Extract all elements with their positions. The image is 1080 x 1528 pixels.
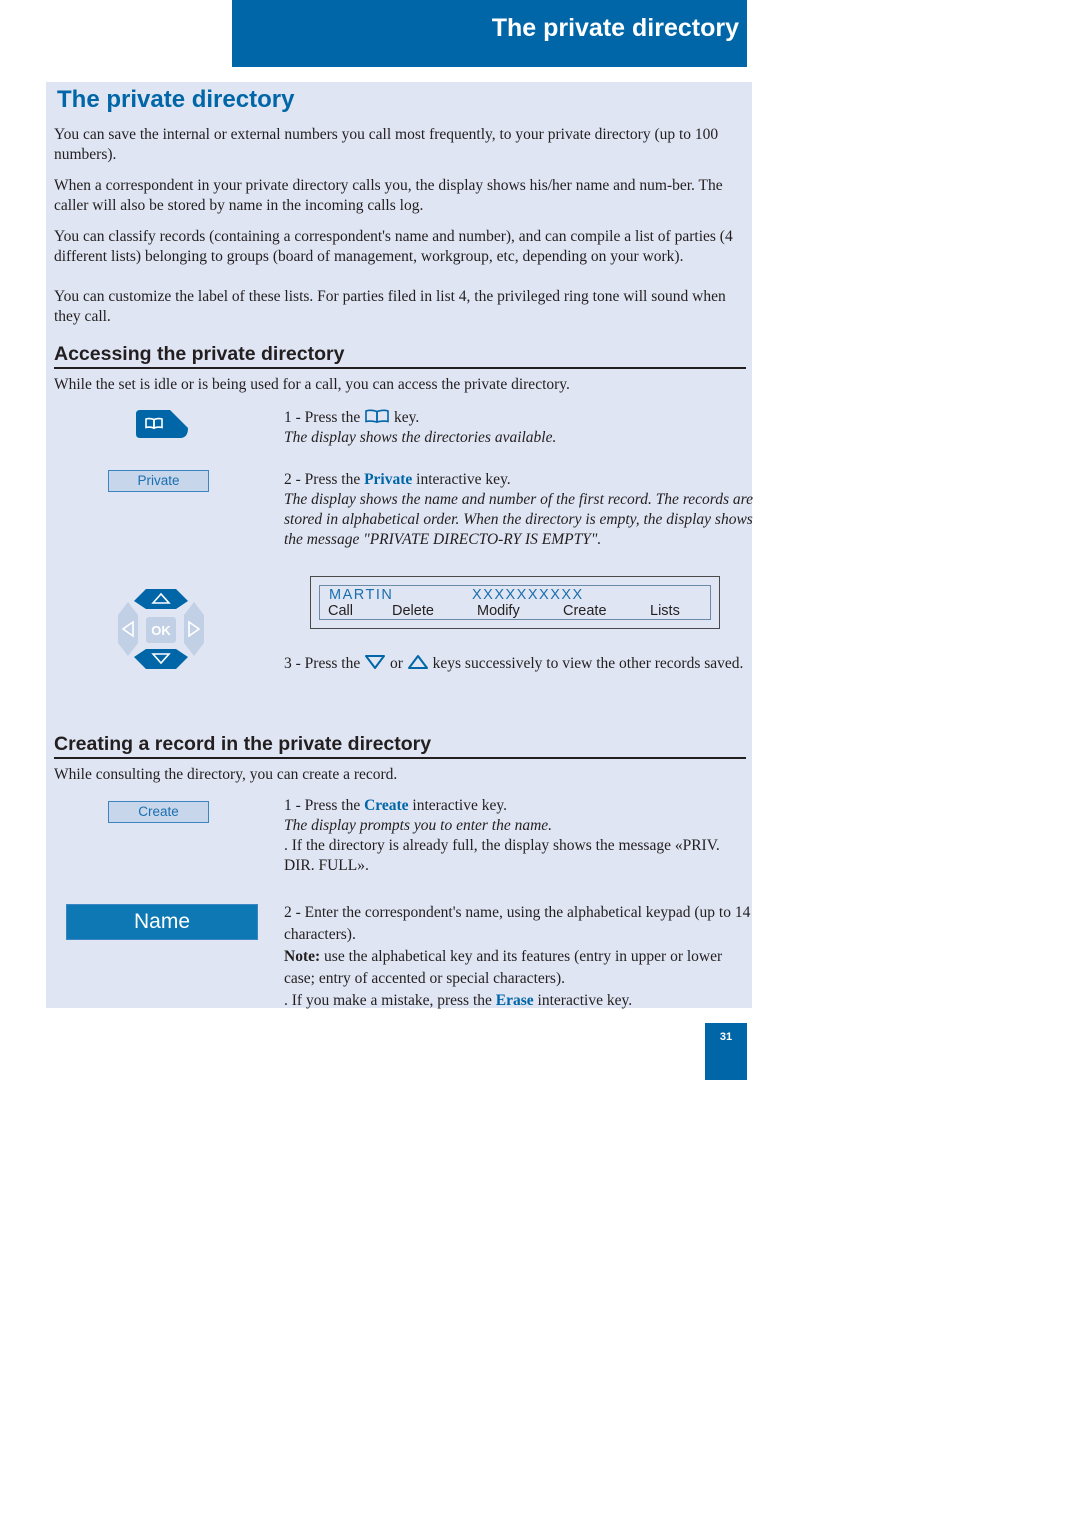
- display-record-name: MARTIN: [329, 587, 394, 603]
- display-key-call[interactable]: Call: [328, 603, 353, 619]
- step-keyword: Create: [364, 797, 409, 814]
- display-record-number: XXXXXXXXXX: [472, 587, 584, 603]
- step-text: 1 - Press the: [284, 409, 361, 426]
- intro-paragraph-3: You can classify records (containing a c…: [54, 228, 733, 265]
- display-key-delete[interactable]: Delete: [392, 603, 434, 619]
- note-text: use the alphabetical key and its feature…: [284, 948, 723, 987]
- arrow-down-icon: [365, 655, 386, 669]
- step-text: keys successively to view the other reco…: [432, 655, 744, 672]
- step-text: 2 - Enter the correspondent's name, usin…: [284, 904, 751, 943]
- create-softkey[interactable]: Create: [108, 801, 209, 823]
- section-heading-create: Creating a record in the private directo…: [54, 732, 746, 759]
- intro-paragraph-2: When a correspondent in your private dir…: [54, 177, 723, 214]
- step-keyword: Private: [364, 471, 413, 488]
- nav-right-key[interactable]: [184, 602, 204, 656]
- step-text: 1 - Press the: [284, 797, 361, 814]
- step-text: 2 - Press the: [284, 471, 361, 488]
- step-keyword: Erase: [495, 992, 534, 1009]
- chapter-title: The private directory: [491, 14, 739, 42]
- page-number: 31: [705, 1023, 747, 1080]
- nav-left-key[interactable]: [118, 602, 138, 656]
- section-heading-access: Accessing the private directory: [54, 342, 746, 369]
- navigation-pad: OK: [118, 589, 204, 669]
- display-softkeys: Call Delete Modify Create Lists: [320, 603, 710, 619]
- create-step-2: 2 - Enter the correspondent's name, usin…: [284, 902, 754, 1012]
- intro-paragraph-4: You can customize the label of these lis…: [54, 288, 726, 325]
- display-key-lists[interactable]: Lists: [650, 603, 680, 619]
- display-screen: MARTIN XXXXXXXXXX Call Delete Modify Cre…: [319, 585, 711, 620]
- note-label: Note:: [284, 948, 321, 965]
- create-step-1: 1 - Press the Create interactive key. Th…: [284, 796, 754, 876]
- content-panel: The private directory You can save the i…: [46, 82, 754, 1009]
- access-step-1: 1 - Press the key. The display shows the…: [284, 408, 754, 448]
- section-create-lead: While consulting the directory, you can …: [54, 766, 398, 783]
- intro-paragraph-1: You can save the internal or external nu…: [54, 126, 719, 163]
- section-access-lead: While the set is idle or is being used f…: [54, 376, 570, 393]
- ok-label: OK: [151, 623, 171, 638]
- step-note: The display prompts you to enter the nam…: [284, 817, 553, 834]
- nav-down-key[interactable]: [134, 649, 188, 669]
- private-softkey[interactable]: Private: [108, 470, 209, 492]
- step-text: key.: [393, 409, 420, 426]
- name-entry-field[interactable]: Name: [66, 904, 258, 940]
- arrow-up-icon: [407, 655, 428, 669]
- chapter-header-bar: The private directory: [232, 0, 747, 67]
- step-text: . If the directory is already full, the …: [284, 837, 720, 874]
- step-text: interactive key.: [537, 992, 633, 1009]
- page-title: The private directory: [57, 86, 295, 113]
- step-note: The display shows the name and number of…: [284, 491, 753, 548]
- display-key-create[interactable]: Create: [563, 603, 607, 619]
- display-key-modify[interactable]: Modify: [477, 603, 520, 619]
- access-step-3: 3 - Press the or keys successively to vi…: [284, 654, 754, 674]
- step-text: 3 - Press the: [284, 655, 361, 672]
- directory-book-key[interactable]: [136, 410, 188, 438]
- step-text: . If you make a mistake, press the: [284, 992, 492, 1009]
- step-note: The display shows the directories availa…: [284, 429, 557, 446]
- step-text: interactive key.: [416, 471, 511, 488]
- step-text: interactive key.: [412, 797, 507, 814]
- book-icon: [365, 409, 389, 424]
- step-text: or: [389, 655, 403, 672]
- nav-up-key[interactable]: [134, 589, 188, 609]
- phone-display: MARTIN XXXXXXXXXX Call Delete Modify Cre…: [310, 576, 720, 629]
- access-step-2: 2 - Press the Private interactive key. T…: [284, 470, 754, 550]
